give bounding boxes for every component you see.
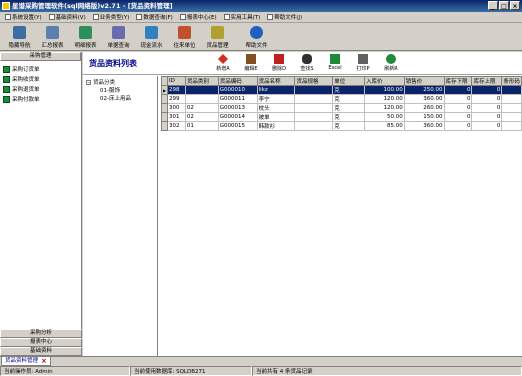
excel-button[interactable]: Excel — [321, 53, 349, 74]
column-header[interactable]: 库存上限 — [471, 76, 503, 86]
document-icon — [3, 85, 10, 93]
category-tree: − 货品分类 01-服饰 02-床上用品 — [83, 76, 158, 356]
refresh-icon — [386, 54, 396, 64]
menu-system-settings[interactable]: 系统设置(Y) — [2, 12, 45, 22]
column-header[interactable]: 入库价 — [364, 76, 405, 86]
find-icon — [302, 54, 312, 64]
page-title: 货品资料列表 — [89, 59, 137, 68]
goods-management-icon — [211, 26, 224, 39]
table-row[interactable]: 301 02 G000014 被单 克 50.00 150.00 0 0 — [161, 112, 522, 122]
delete-button[interactable]: 删除D — [265, 53, 293, 74]
status-database: 当前使用数据库: SQLDB271 — [130, 366, 252, 376]
sidebar-item-purchase-payment[interactable]: 采购付款单 — [0, 94, 81, 104]
column-header[interactable]: 单位 — [332, 76, 366, 86]
goods-table: ID 货品类别 货品编码 货品名称 货品规格 单位 入库价 销售价 库存下限 库… — [161, 76, 522, 356]
menu-icon — [48, 14, 55, 20]
column-header[interactable]: 销售价 — [403, 76, 445, 86]
status-operator: 当前操作员: Admin — [0, 366, 130, 376]
app-icon — [2, 2, 10, 10]
partner-icon — [178, 26, 191, 39]
menu-bar: 系统设置(Y) 基础资料(V) 业务类型(Y) 数据查询(F) 报表中心(E) … — [0, 12, 522, 23]
column-header[interactable]: 库存下限 — [443, 76, 473, 86]
main-toolbar: 隐藏导航 汇总报表 明细报表 单据查询 现金流水 往来单位 货品管理 帮助文件 — [0, 24, 522, 51]
menu-business-type[interactable]: 业务类型(Y) — [90, 12, 133, 22]
sidebar-section-basic-data[interactable]: 基础资料 — [0, 347, 82, 356]
goods-panel: 货品资料列表 新增A 编辑E 删除D 查找S Excel 打印P 刷新R − 货品… — [83, 52, 522, 356]
window-title: 星谱采购管理软件(sql网络版)v2.71 - [货品资料管理] — [12, 2, 173, 10]
menu-icon — [179, 14, 186, 20]
sidebar-header[interactable]: 采购管理 — [0, 52, 81, 61]
print-icon — [358, 54, 368, 64]
column-header[interactable]: 货品类别 — [184, 76, 219, 86]
menu-icon — [5, 14, 11, 20]
sidebar-item-purchase-receipt[interactable]: 采购收货单 — [0, 74, 81, 84]
menu-icon — [223, 14, 230, 20]
menu-data-query[interactable]: 数据查询(F) — [133, 12, 175, 22]
menu-utilities[interactable]: 实用工具(T) — [221, 12, 264, 22]
delete-icon — [274, 54, 284, 64]
add-icon — [218, 54, 228, 64]
minimize-button[interactable]: _ — [488, 1, 498, 10]
maximize-button[interactable]: □ — [499, 1, 509, 10]
expand-icon[interactable]: − — [86, 79, 91, 85]
sidebar-section-purchase-analysis[interactable]: 采购分析 — [0, 329, 82, 338]
tree-root[interactable]: − 货品分类 — [86, 78, 157, 86]
table-header-row: ID 货品类别 货品编码 货品名称 货品规格 单位 入库价 销售价 库存下限 库… — [161, 76, 522, 86]
column-header[interactable]: ID — [166, 76, 186, 86]
menu-report-center[interactable]: 报表中心(E) — [177, 12, 220, 22]
detail-report-icon — [79, 26, 92, 39]
column-header[interactable]: 货品编码 — [217, 76, 258, 86]
menu-icon — [92, 14, 99, 20]
summary-report-icon — [46, 26, 59, 39]
excel-icon — [330, 54, 340, 64]
add-button[interactable]: 新增A — [209, 53, 237, 74]
find-button[interactable]: 查找S — [293, 53, 321, 74]
navigation-sidebar: 采购管理 采购订货单 采购收货单 采购退货单 采购付款单 采购分析 报表中心 基… — [0, 52, 82, 356]
sidebar-section-report-center[interactable]: 报表中心 — [0, 338, 82, 347]
sidebar-item-purchase-return[interactable]: 采购退货单 — [0, 84, 81, 94]
cash-flow-icon — [145, 26, 158, 39]
close-tab-icon[interactable]: × — [41, 357, 47, 365]
table-row[interactable]: 300 02 G000013 枕头 克 120.00 260.00 0 0 — [161, 103, 522, 113]
column-header[interactable]: 条形码 — [501, 76, 522, 86]
edit-button[interactable]: 编辑E — [237, 53, 265, 74]
document-icon — [3, 95, 10, 103]
table-row[interactable]: 302 01 G000015 韩款衫 克 85.00 360.00 0 0 — [161, 121, 522, 131]
partner-button[interactable]: 往来单位 — [168, 24, 201, 51]
status-bar: 当前操作员: Admin 当前使用数据库: SQLDB271 当前共有 4 条货… — [0, 366, 522, 376]
title-bar: 星谱采购管理软件(sql网络版)v2.71 - [货品资料管理] _ □ × — [0, 0, 522, 12]
column-header[interactable]: 货品规格 — [294, 76, 334, 86]
refresh-button[interactable]: 刷新R — [377, 53, 405, 74]
tree-node[interactable]: 01-服饰 — [86, 86, 157, 94]
document-icon — [3, 65, 10, 73]
column-header[interactable]: 货品名称 — [256, 76, 296, 86]
summary-report-button[interactable]: 汇总报表 — [36, 24, 69, 51]
document-tab-bar: 货品资料管理 × — [0, 356, 522, 366]
sidebar-item-purchase-order[interactable]: 采购订货单 — [0, 64, 81, 74]
close-button[interactable]: × — [510, 1, 520, 10]
detail-report-button[interactable]: 明细报表 — [69, 24, 102, 51]
status-record-count: 当前共有 4 条货品记录 — [252, 366, 522, 376]
table-row[interactable]: ▶ 298 G000010 likz 克 100.00 250.00 0 0 — [161, 85, 522, 95]
help-icon — [250, 26, 263, 39]
menu-icon — [267, 14, 274, 20]
hide-nav-icon — [13, 26, 26, 39]
document-query-icon — [112, 26, 125, 39]
help-button[interactable]: 帮助文件 — [240, 24, 273, 51]
print-button[interactable]: 打印P — [349, 53, 377, 74]
menu-icon — [136, 14, 143, 20]
table-row[interactable]: 299 G000011 李宁 克 120.00 360.00 0 0 — [161, 94, 522, 104]
tab-goods-management[interactable]: 货品资料管理 × — [1, 357, 51, 366]
document-query-button[interactable]: 单据查询 — [102, 24, 135, 51]
document-icon — [3, 75, 10, 83]
cash-flow-button[interactable]: 现金流水 — [135, 24, 168, 51]
hide-nav-button[interactable]: 隐藏导航 — [3, 24, 36, 51]
goods-management-button[interactable]: 货品管理 — [201, 24, 234, 51]
tree-node[interactable]: 02-床上用品 — [86, 94, 157, 102]
menu-help[interactable]: 帮助文件(J) — [264, 12, 305, 22]
menu-basic-data[interactable]: 基础资料(V) — [46, 12, 89, 22]
edit-icon — [246, 54, 256, 64]
